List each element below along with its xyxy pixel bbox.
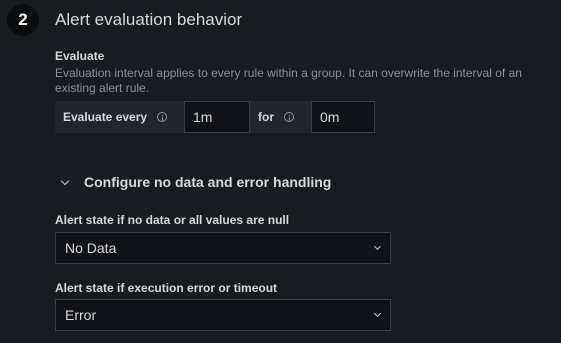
exec-error-state-label: Alert state if execution error or timeou… bbox=[55, 281, 278, 295]
evaluate-every-label: Evaluate every bbox=[63, 110, 148, 124]
evaluate-every-input[interactable] bbox=[184, 101, 250, 133]
exec-error-state-select[interactable]: Error bbox=[55, 299, 391, 331]
evaluate-label: Evaluate bbox=[55, 49, 105, 63]
evaluate-row: Evaluate every for bbox=[55, 101, 375, 133]
no-data-error-toggle-label: Configure no data and error handling bbox=[84, 174, 332, 190]
exec-error-state-value: Error bbox=[65, 307, 97, 323]
no-data-error-toggle[interactable]: Configure no data and error handling bbox=[60, 174, 332, 190]
no-data-state-select[interactable]: No Data bbox=[55, 232, 391, 264]
evaluate-every-addon: Evaluate every bbox=[55, 101, 184, 133]
section-title: Alert evaluation behavior bbox=[55, 10, 243, 29]
info-icon[interactable] bbox=[284, 112, 294, 122]
for-addon: for bbox=[250, 101, 311, 133]
info-icon[interactable] bbox=[157, 112, 168, 122]
for-duration-input[interactable] bbox=[311, 101, 375, 133]
alert-evaluation-section: 2 Alert evaluation behavior Evaluate Eva… bbox=[0, 0, 561, 343]
no-data-state-value: No Data bbox=[65, 240, 117, 256]
evaluate-description: Evaluation interval applies to every rul… bbox=[55, 66, 522, 95]
chevron-down-icon bbox=[373, 242, 382, 251]
no-data-state-label: Alert state if no data or all values are… bbox=[55, 213, 290, 227]
for-label: for bbox=[258, 110, 274, 124]
step-number-badge: 2 bbox=[7, 4, 39, 36]
chevron-down-icon bbox=[60, 176, 70, 185]
chevron-down-icon bbox=[373, 309, 382, 318]
